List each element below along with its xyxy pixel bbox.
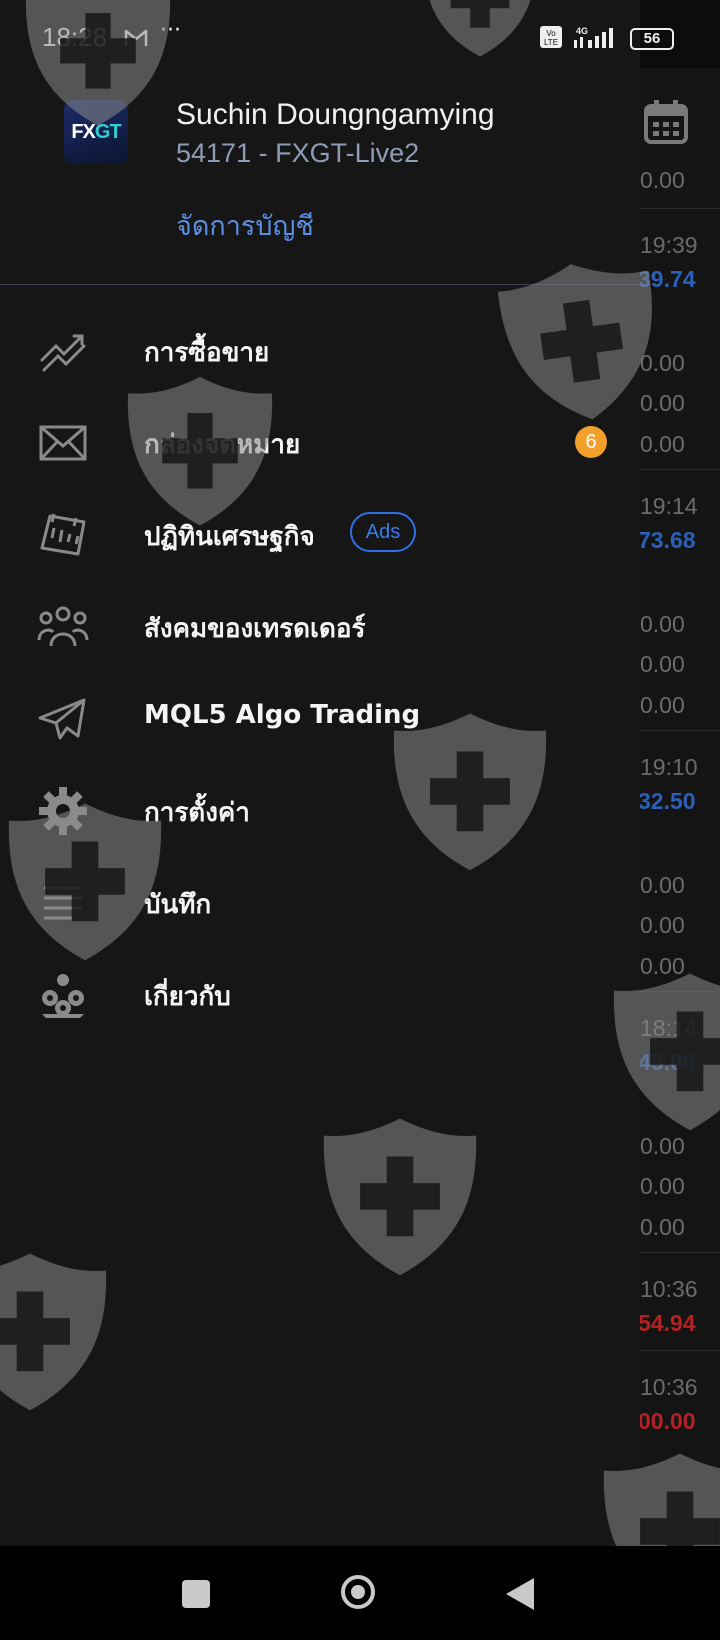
broker-logo: FX GT (64, 100, 128, 164)
menu-item-about[interactable]: เกี่ยวกับ (0, 948, 640, 1040)
list-item-divider (636, 1350, 720, 1351)
telegram-icon (38, 698, 86, 740)
list-item-divider (636, 208, 720, 209)
list-item-value: 0.00 (640, 872, 685, 898)
svg-text:Vo: Vo (546, 29, 556, 38)
list-item-value: 0.00 (640, 390, 685, 416)
list-item-profit: 45.00 (638, 1049, 696, 1075)
calendar-icon[interactable] (642, 98, 690, 146)
list-item-value: 0.00 (640, 953, 685, 979)
menu-item-mailbox[interactable]: กล่องจดหมาย 6 (0, 396, 640, 488)
journal-icon (44, 886, 82, 920)
ads-tag: Ads (350, 512, 416, 552)
menu-item-label: เกี่ยวกับ (144, 982, 231, 1012)
list-item-value: 0.00 (640, 350, 685, 376)
about-icon (42, 974, 84, 1018)
logo-text: FX (71, 120, 96, 143)
menu-item-label: ปฏิทินเศรษฐกิจ (144, 522, 315, 552)
list-item-profit: 39.74 (638, 266, 696, 292)
menu-item-traders-community[interactable]: สังคมของเทรดเดอร์ (0, 580, 640, 672)
menu-item-label: MQL5 Algo Trading (144, 700, 421, 730)
divider (0, 284, 640, 285)
menu-item-trading[interactable]: การซื้อขาย (0, 304, 640, 396)
home-button[interactable] (341, 1575, 375, 1609)
calendar-chart-icon (40, 513, 86, 556)
list-item-value: 0.00 (640, 431, 685, 457)
battery-level: 56 (643, 30, 661, 47)
svg-text:LTE: LTE (544, 38, 558, 47)
list-item-value: 0.00 (640, 692, 685, 718)
recent-apps-button[interactable] (182, 1580, 210, 1608)
menu-item-label: กล่องจดหมาย (144, 430, 301, 460)
list-item-divider (636, 730, 720, 731)
list-item-time: 19:14 (640, 493, 698, 519)
list-item-profit: 54.94 (638, 1310, 696, 1336)
list-item-time: 18:14 (640, 1015, 698, 1041)
menu-item-label: การตั้งค่า (144, 798, 250, 828)
manage-accounts-link[interactable]: จัดการบัญชี (176, 204, 314, 247)
list-item-time: 19:39 (640, 232, 698, 258)
list-item-value: 0.00 (640, 912, 685, 938)
clock: 18:28 (42, 22, 108, 52)
menu-item-mql5-algo-trading[interactable]: MQL5 Algo Trading (0, 672, 640, 764)
trading-icon (40, 334, 86, 372)
battery-icon: 56 (630, 28, 674, 50)
list-item-value: 0.00 (640, 1133, 685, 1159)
list-item-divider (636, 991, 720, 992)
list-item-value: 0.00 (640, 651, 685, 677)
list-item-value: 0.00 (640, 167, 685, 193)
list-item-value: 0.00 (640, 1173, 685, 1199)
settings-icon (39, 787, 87, 835)
menu-item-economic-calendar[interactable]: ปฏิทินเศรษฐกิจ Ads (0, 488, 640, 580)
navigation-drawer: FX GT Suchin Doungngamying 54171 - FXGT-L… (0, 0, 640, 1546)
list-item-time: 10:36 (640, 1276, 698, 1302)
menu-item-label: สังคมของเทรดเดอร์ (144, 614, 366, 644)
list-item-divider (636, 1252, 720, 1253)
mailbox-icon (39, 425, 87, 461)
list-item-time: 10:36 (640, 1374, 698, 1400)
logo-text: GT (94, 120, 122, 143)
menu-item-label: การซื้อขาย (144, 338, 270, 368)
menu-item-journal[interactable]: บันทึก (0, 856, 640, 948)
menu-item-label: บันทึก (144, 890, 212, 920)
more-notifications-icon: ··· (160, 18, 181, 43)
list-item-profit: 73.68 (638, 527, 696, 553)
svg-text:4G: 4G (576, 26, 588, 36)
list-item-value: 0.00 (640, 611, 685, 637)
list-item-divider (636, 469, 720, 470)
list-item-profit: 00.00 (638, 1408, 696, 1434)
gmail-icon (124, 29, 148, 46)
unread-badge: 6 (575, 426, 607, 458)
user-name: Suchin Doungngamying (176, 98, 495, 131)
menu-item-settings[interactable]: การตั้งค่า (0, 764, 640, 856)
community-icon (37, 606, 89, 647)
list-item-profit: 32.50 (638, 788, 696, 814)
list-item-time: 19:10 (640, 754, 698, 780)
account-number: 54171 - FXGT-Live2 (176, 138, 420, 168)
list-item-value: 0.00 (640, 1214, 685, 1240)
status-bar: 18:28 ··· Vo LTE 4G 56 (0, 0, 720, 68)
back-button[interactable] (506, 1578, 534, 1610)
